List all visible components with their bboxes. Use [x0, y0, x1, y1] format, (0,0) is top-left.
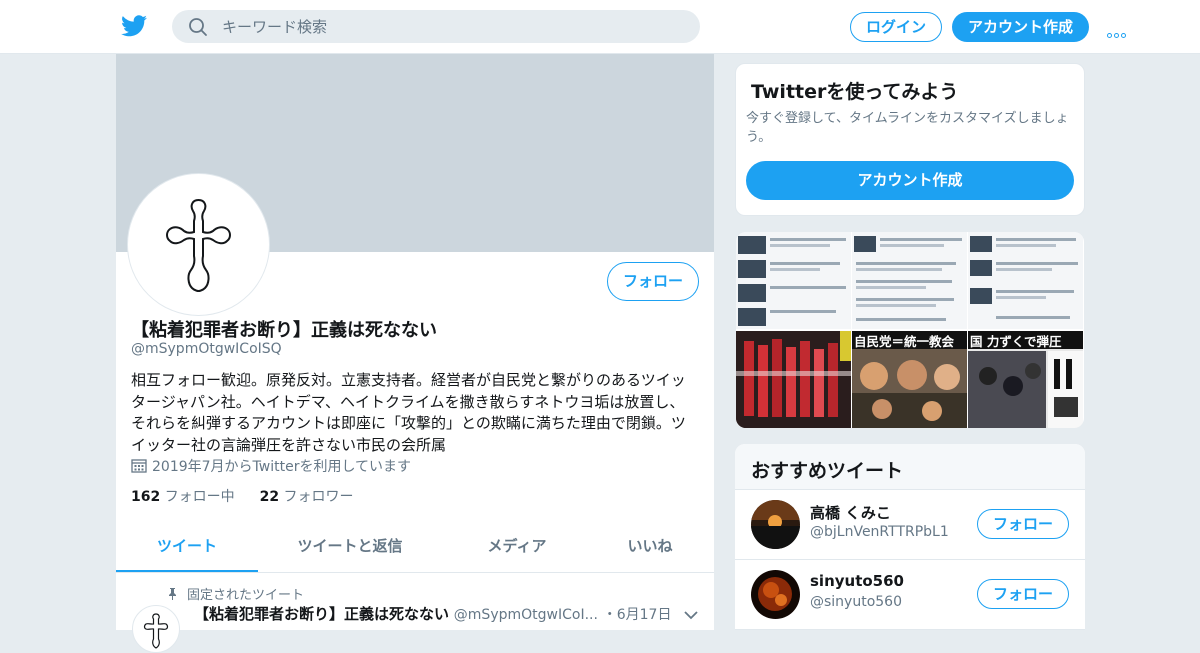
tweet-author-name[interactable]: 【粘着犯罪者お断り】正義は死なない	[194, 605, 449, 623]
signup-card-button[interactable]: アカウント作成	[746, 161, 1074, 200]
follow-button[interactable]: フォロー	[977, 579, 1069, 609]
recommended-header: おすすめツイート	[735, 444, 1085, 490]
profile-bio: 相互フォロー歓迎。原発反対。立憲支持者。経営者が自民党と繋がりのあるツイッタージ…	[131, 371, 686, 454]
signup-card: Twitterを使ってみよう 今すぐ登録して、タイムラインをカスタマイズしましょ…	[735, 63, 1085, 216]
recommended-tweets-panel: おすすめツイート 高橋 くみこ @bjLnVenRTTRPbL1 フォロー si…	[735, 444, 1085, 630]
chevron-down-icon[interactable]	[684, 610, 698, 620]
tweet-author-handle[interactable]: @mSypmOtgwICoI...	[454, 607, 598, 623]
account-handle[interactable]: @bjLnVenRTTRPbL1	[810, 524, 949, 540]
tweet-header: 【粘着犯罪者お断り】正義は死なない @mSypmOtgwICoI... ・6月1…	[194, 603, 671, 624]
following-stat[interactable]: 162 フォロー中	[131, 489, 235, 505]
search-icon	[189, 18, 207, 36]
cross-icon	[166, 198, 231, 293]
profile-stats: 162 フォロー中 22 フォロワー	[131, 486, 354, 506]
recommended-account[interactable]: sinyuto560 @sinyuto560 フォロー	[735, 560, 1085, 630]
profile-handle[interactable]: @mSypmOtgwICoISQ	[131, 341, 282, 357]
follow-button[interactable]: フォロー	[607, 262, 699, 301]
media-banner-text: 自民党＝統一教会	[854, 334, 955, 349]
signup-card-title: Twitterを使ってみよう	[751, 81, 959, 103]
login-button[interactable]: ログイン	[850, 12, 942, 42]
joined-text: 2019年7月からTwitterを利用しています	[152, 459, 412, 475]
more-options-icon[interactable]	[1107, 23, 1131, 38]
pin-icon	[169, 588, 176, 600]
profile-tabs: ツイート ツイートと返信 メディア いいね	[116, 524, 714, 573]
top-navigation-bar: ログイン アカウント作成	[0, 0, 1200, 54]
media-thumbnail[interactable]: 国 力ずくで弾圧	[968, 331, 1083, 428]
account-name[interactable]: 高橋 くみこ	[810, 502, 891, 523]
tab-tweets-and-replies[interactable]: ツイートと返信	[279, 524, 421, 572]
tweet-date[interactable]: ・6月17日	[603, 607, 672, 623]
tab-tweets[interactable]: ツイート	[116, 524, 258, 572]
tab-media[interactable]: メディア	[446, 524, 588, 572]
tweet-author-avatar[interactable]	[132, 605, 180, 653]
recommended-title: おすすめツイート	[751, 460, 904, 482]
joined-date: 2019年7月からTwitterを利用しています	[131, 456, 411, 476]
search-box[interactable]	[172, 10, 700, 43]
profile-column: フォロー 【粘着犯罪者お断り】正義は死なない @mSypmOtgwICoISQ …	[116, 54, 714, 653]
tab-likes[interactable]: いいね	[579, 524, 721, 572]
media-thumbnail[interactable]	[736, 331, 851, 428]
pinned-tweet-label: 固定されたツイート	[168, 584, 304, 603]
calendar-icon	[131, 459, 147, 473]
media-thumbnail-grid: 自民党＝統一教会 国 力ずくで弾圧	[736, 232, 1084, 428]
signup-card-description: 今すぐ登録して、タイムラインをカスタマイズしましょう。	[746, 111, 1069, 145]
profile-name: 【粘着犯罪者お断り】正義は死なない	[131, 320, 437, 341]
search-input[interactable]	[222, 10, 682, 43]
account-name[interactable]: sinyuto560	[810, 572, 904, 590]
signup-button[interactable]: アカウント作成	[952, 12, 1089, 42]
recommended-account[interactable]: 高橋 くみこ @bjLnVenRTTRPbL1 フォロー	[735, 490, 1085, 560]
account-handle[interactable]: @sinyuto560	[810, 594, 902, 610]
media-thumbnail[interactable]	[736, 232, 851, 329]
cross-icon	[143, 613, 169, 649]
account-avatar[interactable]	[751, 570, 800, 619]
followers-stat[interactable]: 22 フォロワー	[260, 489, 354, 505]
media-banner-text: 国 力ずくで弾圧	[970, 334, 1062, 349]
media-thumbnail[interactable]	[968, 232, 1083, 329]
follow-button[interactable]: フォロー	[977, 509, 1069, 539]
media-thumbnail[interactable]: 自民党＝統一教会	[852, 331, 967, 428]
account-avatar[interactable]	[751, 500, 800, 549]
media-thumbnail[interactable]	[852, 232, 967, 329]
profile-avatar[interactable]	[128, 174, 269, 315]
twitter-bird-icon[interactable]	[121, 14, 147, 38]
